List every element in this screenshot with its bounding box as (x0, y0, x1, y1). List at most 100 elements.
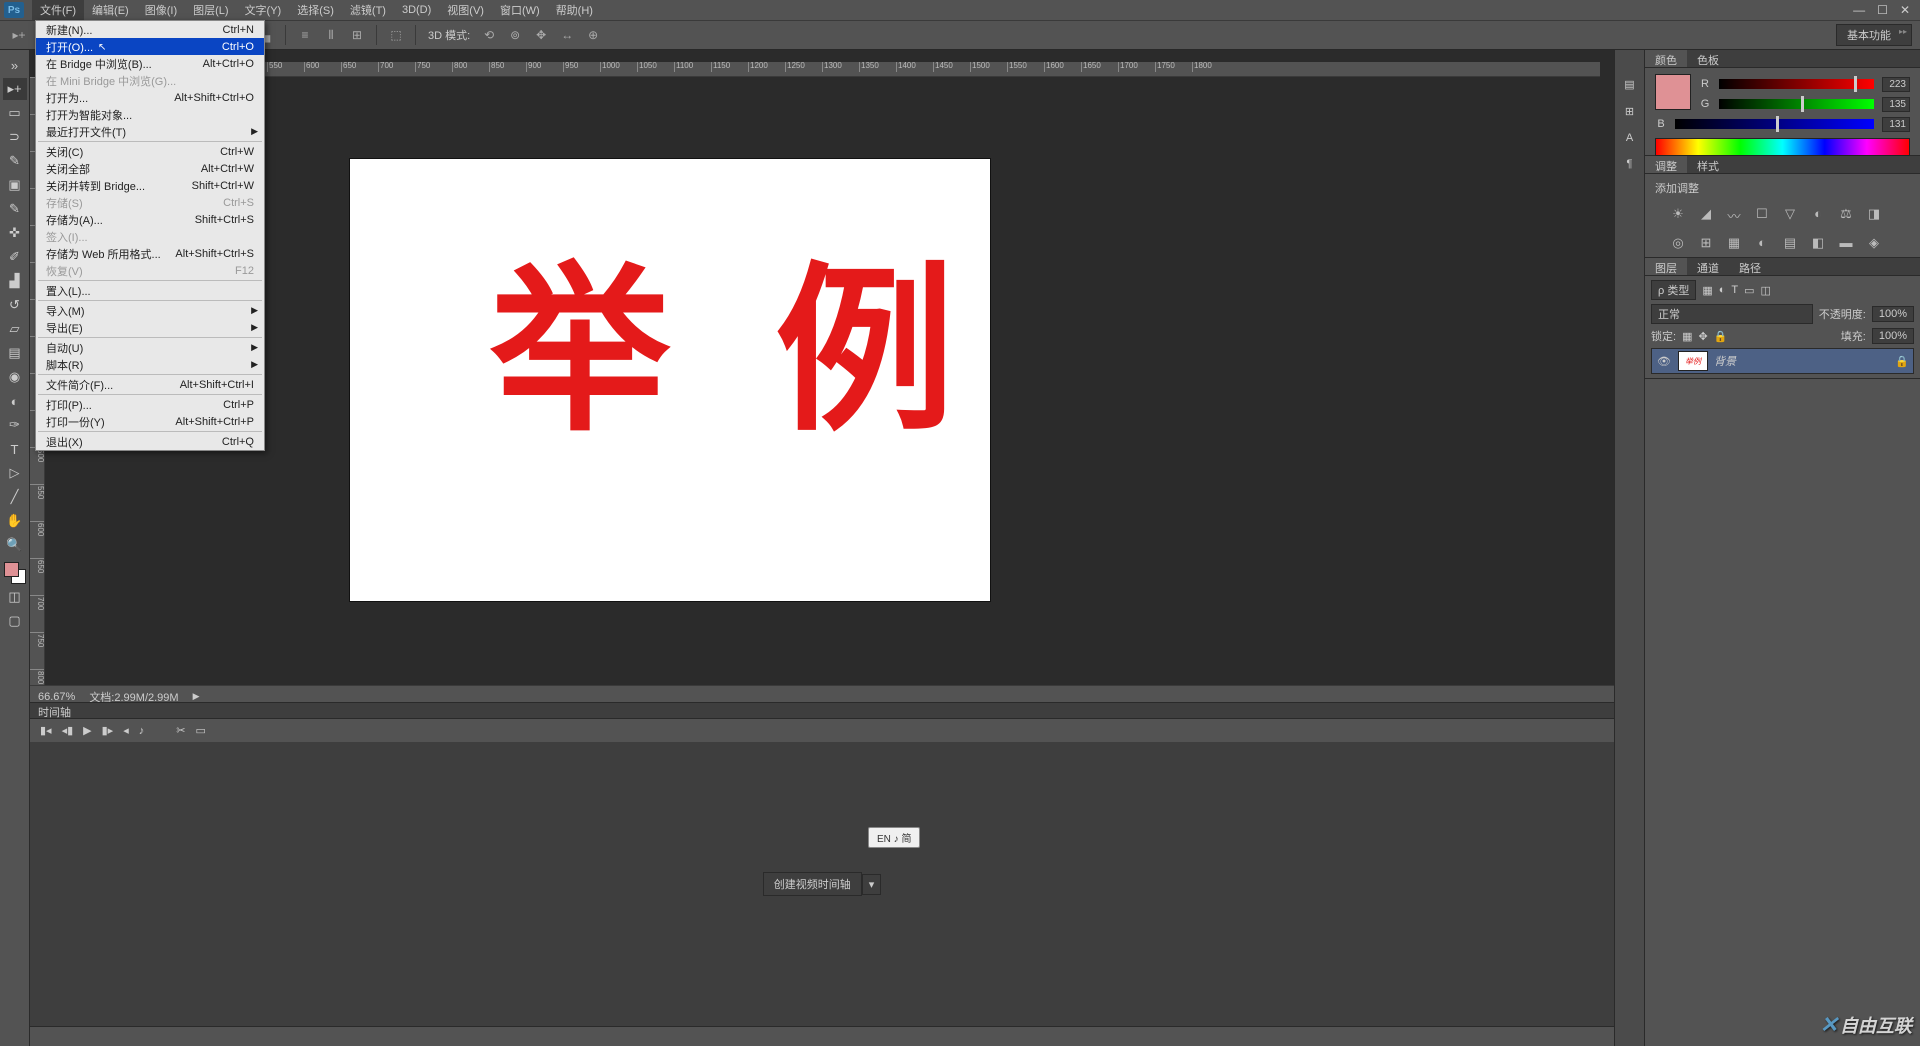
zoom-tool[interactable]: 🔍 (3, 534, 27, 556)
levels-icon[interactable]: ◢ (1697, 206, 1715, 225)
distribute-h-icon[interactable]: ≡ (294, 24, 316, 46)
menu-item-f[interactable]: 文件简介(F)...Alt+Shift+Ctrl+I (36, 376, 264, 393)
stamp-tool[interactable]: ▟ (3, 270, 27, 292)
prev-frame-icon[interactable]: ◂▮ (62, 724, 74, 737)
close-button[interactable]: ✕ (1900, 3, 1910, 17)
minimize-button[interactable]: — (1853, 3, 1865, 17)
menu-item-c[interactable]: 关闭(C)Ctrl+W (36, 143, 264, 160)
menu-item-l[interactable]: 置入(L)... (36, 282, 264, 299)
history-brush-tool[interactable]: ↺ (3, 294, 27, 316)
menu-item-n[interactable]: 新建(N)...Ctrl+N (36, 21, 264, 38)
channel-mixer-icon[interactable]: ⊞ (1697, 235, 1715, 251)
b-slider[interactable] (1675, 119, 1874, 129)
next-frame-icon[interactable]: ▮▸ (102, 724, 114, 737)
menu-item-[interactable]: 打开为...Alt+Shift+Ctrl+O (36, 89, 264, 106)
photo-filter-icon[interactable]: ◎ (1669, 235, 1687, 251)
path-select-tool[interactable]: ▷ (3, 462, 27, 484)
menu-item-bridgeb[interactable]: 在 Bridge 中浏览(B)...Alt+Ctrl+O (36, 55, 264, 72)
go-last-icon[interactable]: ◂ (123, 724, 129, 737)
shape-tool[interactable]: ╱ (3, 486, 27, 508)
scissors-icon[interactable]: ✂ (176, 724, 185, 737)
lasso-tool[interactable]: ⊃ (3, 126, 27, 148)
color-swatch[interactable] (4, 562, 26, 584)
menu-image[interactable]: 图像(I) (137, 0, 185, 20)
brush-tool[interactable]: ✐ (3, 246, 27, 268)
opacity-value[interactable]: 100% (1872, 306, 1914, 322)
canvas-viewport[interactable]: 举 例 (45, 77, 1600, 710)
tab-layers[interactable]: 图层 (1645, 258, 1687, 275)
menu-item-t[interactable]: 最近打开文件(T)▶ (36, 123, 264, 140)
color-balance-icon[interactable]: ⚖ (1837, 206, 1855, 225)
menu-type[interactable]: 文字(Y) (237, 0, 290, 20)
invert-icon[interactable]: ◐ (1753, 235, 1771, 251)
dodge-tool[interactable]: ◐ (3, 390, 27, 412)
r-slider[interactable] (1719, 79, 1874, 89)
menu-item-m[interactable]: 导入(M)▶ (36, 302, 264, 319)
layer-row-background[interactable]: 👁 举例 背景 🔒 (1651, 348, 1914, 374)
filter-shape-icon[interactable]: ▭ (1744, 284, 1754, 297)
quick-mask-tool[interactable]: ◫ (3, 586, 27, 608)
healing-tool[interactable]: ✜ (3, 222, 27, 244)
lock-position-icon[interactable]: ✥ (1698, 330, 1707, 343)
menu-3d[interactable]: 3D(D) (394, 2, 439, 18)
expand-tools-icon[interactable]: » (3, 54, 27, 76)
play-icon[interactable]: ▶ (83, 724, 91, 737)
history-panel-icon[interactable]: ▤ (1624, 78, 1634, 91)
properties-panel-icon[interactable]: ⊞ (1625, 105, 1634, 118)
filter-smart-icon[interactable]: ◫ (1761, 284, 1771, 297)
3d-zoom-icon[interactable]: ⊕ (582, 24, 604, 46)
visibility-icon[interactable]: 👁 (1656, 355, 1672, 368)
status-arrow-icon[interactable]: ▶ (193, 691, 200, 702)
menu-item-[interactable]: 关闭全部Alt+Ctrl+W (36, 160, 264, 177)
go-first-icon[interactable]: ▮◂ (40, 724, 52, 737)
menu-item-u[interactable]: 自动(U)▶ (36, 339, 264, 356)
b-value[interactable]: 131 (1882, 117, 1910, 132)
threshold-icon[interactable]: ◧ (1809, 235, 1827, 251)
blur-tool[interactable]: ◉ (3, 366, 27, 388)
maximize-button[interactable]: ☐ (1877, 3, 1888, 17)
blend-mode-select[interactable]: 正常 (1651, 304, 1813, 324)
menu-item-x[interactable]: 退出(X)Ctrl+Q (36, 433, 264, 450)
menu-item-[interactable]: 打开为智能对象... (36, 106, 264, 123)
brightness-icon[interactable]: ☀ (1669, 206, 1687, 225)
timeline-tab[interactable]: 时间轴 (30, 702, 1614, 718)
layer-filter-kind[interactable]: ρ 类型 (1651, 280, 1696, 300)
audio-icon[interactable]: ♪ (139, 725, 145, 737)
eyedropper-tool[interactable]: ✎ (3, 198, 27, 220)
crop-tool[interactable]: ▣ (3, 174, 27, 196)
menu-edit[interactable]: 编辑(E) (84, 0, 137, 20)
menu-item-r[interactable]: 脚本(R)▶ (36, 356, 264, 373)
tab-adjustments[interactable]: 调整 (1645, 156, 1687, 173)
exposure-icon[interactable]: ☐ (1753, 206, 1771, 225)
menu-item-e[interactable]: 导出(E)▶ (36, 319, 264, 336)
menu-view[interactable]: 视图(V) (439, 0, 492, 20)
posterize-icon[interactable]: ▤ (1781, 235, 1799, 251)
menu-select[interactable]: 选择(S) (289, 0, 342, 20)
color-lookup-icon[interactable]: ▦ (1725, 235, 1743, 251)
menu-filter[interactable]: 滤镜(T) (342, 0, 394, 20)
hand-tool[interactable]: ✋ (3, 510, 27, 532)
pen-tool[interactable]: ✑ (3, 414, 27, 436)
arrange-icon[interactable]: ⬚ (385, 24, 407, 46)
create-timeline-dropdown[interactable]: ▾ (862, 874, 882, 895)
gradient-tool[interactable]: ▤ (3, 342, 27, 364)
filter-pixel-icon[interactable]: ▦ (1702, 284, 1712, 297)
marquee-tool[interactable]: ▭ (3, 102, 27, 124)
menu-item-web[interactable]: 存储为 Web 所用格式...Alt+Shift+Ctrl+S (36, 245, 264, 262)
canvas[interactable]: 举 例 (350, 159, 990, 601)
filter-adjust-icon[interactable]: ◐ (1719, 284, 1726, 296)
tab-paths[interactable]: 路径 (1729, 258, 1771, 275)
screen-mode-tool[interactable]: ▢ (3, 610, 27, 632)
eraser-tool[interactable]: ▱ (3, 318, 27, 340)
menu-window[interactable]: 窗口(W) (492, 0, 548, 20)
distribute-spacing-icon[interactable]: ⊞ (346, 24, 368, 46)
lock-pixels-icon[interactable]: ▦ (1682, 330, 1692, 343)
lock-all-icon[interactable]: 🔒 (1714, 330, 1728, 343)
tab-color[interactable]: 颜色 (1645, 50, 1687, 67)
create-timeline-button[interactable]: 创建视频时间轴 (763, 872, 862, 896)
menu-layer[interactable]: 图层(L) (185, 0, 236, 20)
paragraph-panel-icon[interactable]: ¶ (1627, 158, 1633, 170)
color-spectrum[interactable] (1655, 138, 1910, 156)
move-tool[interactable]: ▸+ (3, 78, 27, 100)
layer-name[interactable]: 背景 (1714, 353, 1889, 369)
